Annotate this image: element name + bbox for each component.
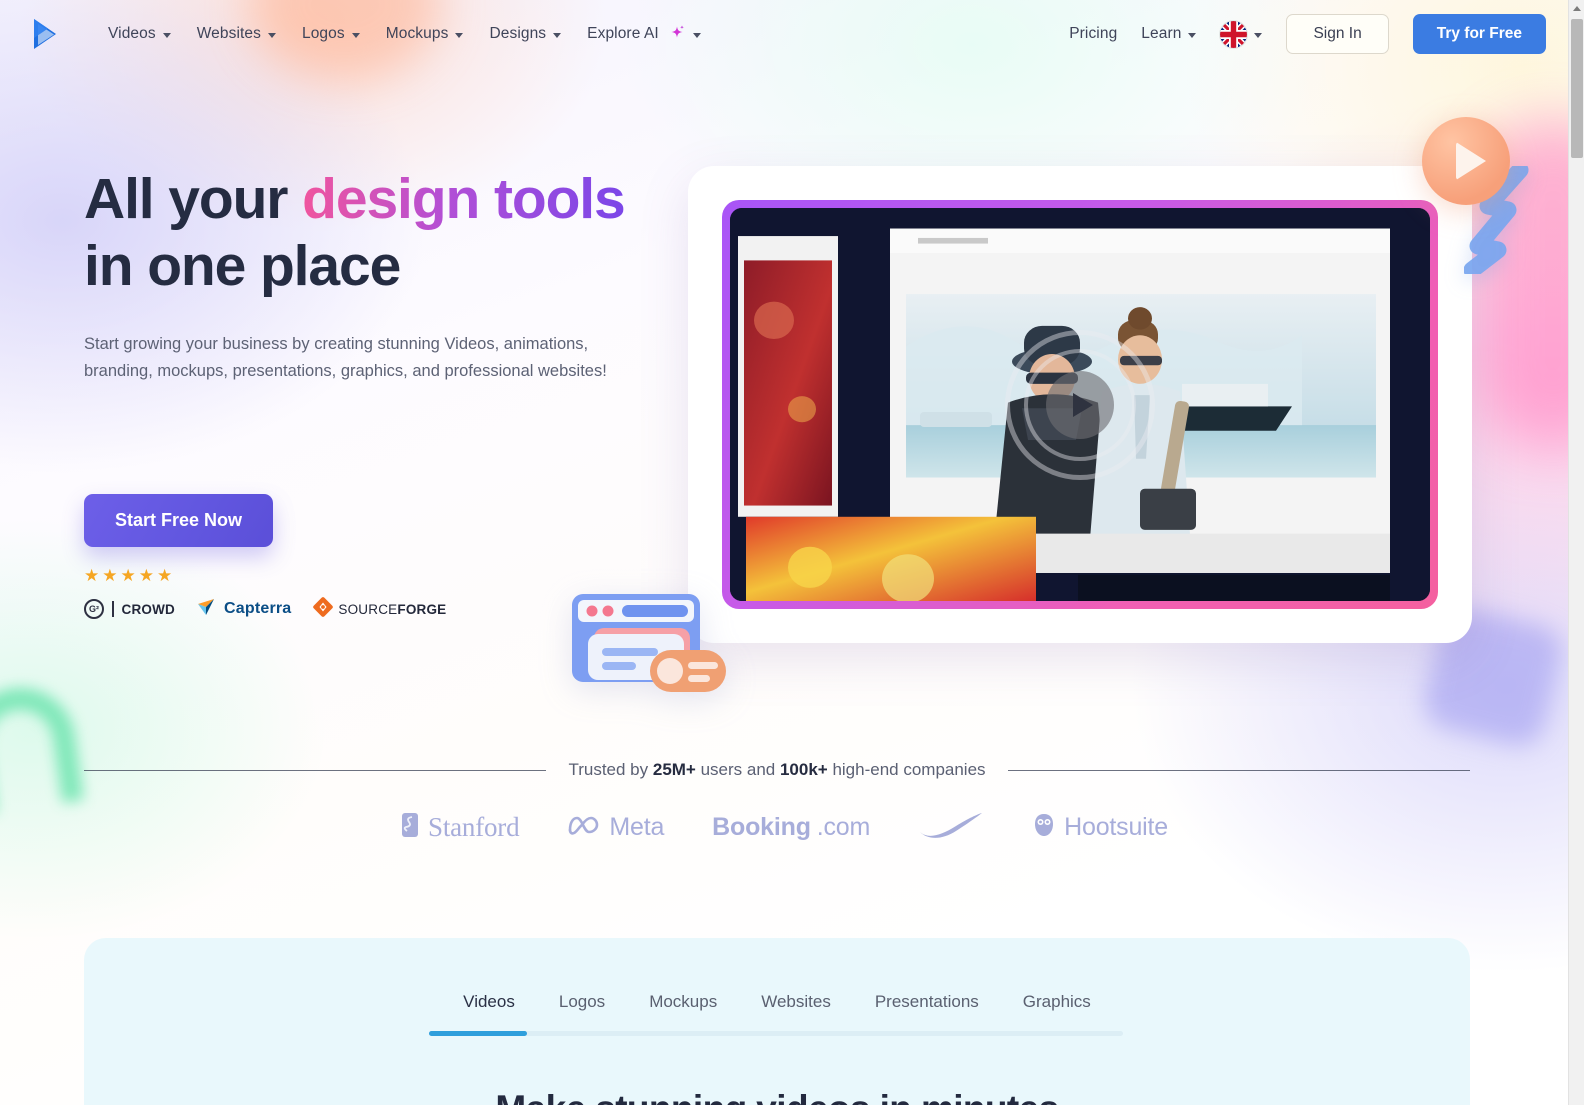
tab-graphics[interactable]: Graphics bbox=[1023, 992, 1091, 1018]
stanford-seal-icon bbox=[400, 812, 420, 843]
nav-label: Websites bbox=[196, 25, 261, 42]
play-triangle-logo[interactable] bbox=[26, 15, 64, 53]
badge-sourceforge[interactable]: SOURCEFORGE bbox=[313, 597, 446, 622]
hero-title-line2: in one place bbox=[84, 233, 401, 298]
sourceforge-icon bbox=[313, 597, 334, 622]
divider-right bbox=[1007, 769, 1470, 771]
badge-label: Capterra bbox=[224, 600, 292, 618]
star-icon: ★ bbox=[120, 565, 136, 585]
rating-stars: ★ ★ ★ ★ ★ bbox=[84, 567, 684, 584]
chevron-down-icon bbox=[553, 32, 562, 38]
page-scrollbar[interactable] bbox=[1568, 0, 1584, 1105]
nav-item-videos[interactable]: Videos bbox=[108, 25, 171, 43]
category-tabs-panel: Videos Logos Mockups Websites Presentati… bbox=[84, 938, 1470, 1105]
start-free-now-button[interactable]: Start Free Now bbox=[84, 493, 274, 547]
pricing-label: Pricing bbox=[1069, 25, 1118, 42]
brand-logo-hootsuite: Hootsuite bbox=[1032, 812, 1168, 843]
brand-label: Stanford bbox=[428, 812, 520, 842]
hero-title-line1-plain: All your bbox=[84, 167, 303, 231]
tab-presentations[interactable]: Presentations bbox=[875, 992, 979, 1018]
nav-label: Explore AI bbox=[587, 25, 659, 42]
nav-label: Videos bbox=[108, 25, 156, 42]
page-title: All your design tools in one place bbox=[84, 166, 684, 299]
companies-count: 100k+ bbox=[779, 760, 828, 779]
chevron-down-icon bbox=[1188, 32, 1197, 38]
nav-item-designs[interactable]: Designs bbox=[489, 25, 562, 43]
browser-card-illustration bbox=[566, 588, 734, 703]
active-tab-underline bbox=[429, 1031, 527, 1036]
brand-logo-booking: Booking .com bbox=[712, 813, 870, 842]
green-question-mark-shape bbox=[0, 680, 84, 816]
site-header: Videos Websites Logos Mockups Designs Ex… bbox=[0, 0, 1568, 68]
scrollbar-thumb[interactable] bbox=[1571, 19, 1583, 158]
tab-mockups[interactable]: Mockups bbox=[649, 992, 717, 1018]
nav-item-pricing[interactable]: Pricing bbox=[1069, 25, 1117, 43]
category-tab-list: Videos Logos Mockups Websites Presentati… bbox=[84, 992, 1470, 1018]
nav-item-mockups[interactable]: Mockups bbox=[386, 25, 464, 43]
divider bbox=[112, 601, 114, 618]
hootsuite-owl-icon bbox=[1032, 812, 1056, 843]
badge-label: SOURCEFORGE bbox=[338, 601, 447, 617]
nike-swoosh-icon bbox=[918, 812, 984, 843]
star-icon: ★ bbox=[138, 565, 154, 585]
trusted-by-strip: Trusted by 25M+ users and 100k+ high-end… bbox=[84, 760, 1470, 780]
tab-panel-heading: Make stunning videos in minutes bbox=[84, 1088, 1470, 1105]
brand-label: Meta bbox=[609, 813, 665, 841]
brand-logo-meta: Meta bbox=[567, 813, 664, 842]
tab-websites[interactable]: Websites bbox=[761, 992, 831, 1018]
chevron-down-icon bbox=[455, 32, 464, 38]
chevron-down-icon bbox=[267, 32, 276, 38]
brand-logos-row: Stanford Meta Booking .com Hootsuite bbox=[400, 812, 1168, 843]
capterra-icon bbox=[197, 598, 219, 621]
language-selector[interactable] bbox=[1220, 20, 1263, 48]
badge-label: CROWD bbox=[121, 601, 175, 617]
nav-item-logos[interactable]: Logos bbox=[302, 25, 360, 43]
video-gradient-frame bbox=[722, 200, 1438, 609]
tab-videos[interactable]: Videos bbox=[463, 992, 515, 1018]
brand-logo-nike bbox=[918, 812, 984, 843]
header-actions: Pricing Learn Sign In Try for Free bbox=[1069, 14, 1546, 54]
learn-label: Learn bbox=[1141, 25, 1182, 42]
hero-content: All your design tools in one place Start… bbox=[84, 166, 684, 622]
sparkle-icon bbox=[668, 24, 686, 47]
star-icon: ★ bbox=[157, 565, 173, 585]
play-button-icon[interactable] bbox=[1046, 370, 1114, 439]
page-canvas: Videos Websites Logos Mockups Designs Ex… bbox=[0, 0, 1568, 1105]
tab-underline-track bbox=[429, 1031, 1123, 1036]
star-icon: ★ bbox=[84, 565, 100, 585]
nav-item-websites[interactable]: Websites bbox=[197, 25, 276, 43]
hero-video-card bbox=[688, 166, 1472, 643]
divider-left bbox=[84, 769, 547, 771]
g2-crowd-icon: G² bbox=[84, 599, 104, 620]
tab-logos[interactable]: Logos bbox=[559, 992, 605, 1018]
users-count: 25M+ bbox=[652, 760, 696, 779]
trusted-by-text: Trusted by 25M+ users and 100k+ high-end… bbox=[568, 760, 986, 779]
hero-subtitle: Start growing your business by creating … bbox=[84, 335, 607, 381]
nav-item-explore-ai[interactable]: Explore AI bbox=[587, 23, 701, 46]
chevron-down-icon bbox=[162, 32, 171, 38]
orange-play-circle-icon bbox=[1422, 117, 1510, 205]
chevron-down-icon bbox=[1254, 32, 1263, 38]
badge-g2-crowd[interactable]: G² CROWD bbox=[84, 599, 175, 620]
star-icon: ★ bbox=[102, 565, 118, 585]
nav-label: Mockups bbox=[385, 25, 449, 42]
nav-label: Designs bbox=[489, 25, 547, 42]
nav-item-learn[interactable]: Learn bbox=[1141, 25, 1197, 43]
chevron-down-icon bbox=[351, 32, 360, 38]
main-navigation: Videos Websites Logos Mockups Designs Ex… bbox=[108, 23, 701, 46]
brand-label: Hootsuite bbox=[1064, 813, 1168, 841]
sign-in-button[interactable]: Sign In bbox=[1286, 14, 1389, 54]
hero-title-highlight: design tools bbox=[302, 167, 626, 231]
brand-logo-stanford: Stanford bbox=[400, 812, 520, 843]
badge-capterra[interactable]: Capterra bbox=[197, 598, 291, 621]
try-for-free-button[interactable]: Try for Free bbox=[1412, 14, 1546, 54]
chevron-down-icon bbox=[692, 32, 701, 38]
brand-label-suffix: .com bbox=[816, 813, 871, 841]
brand-label: Booking bbox=[712, 813, 811, 841]
video-thumbnail[interactable] bbox=[730, 208, 1430, 601]
meta-infinity-icon bbox=[567, 814, 601, 841]
uk-flag-icon bbox=[1220, 20, 1248, 48]
scroll-up-arrow-icon[interactable] bbox=[1569, 0, 1584, 17]
nav-label: Logos bbox=[301, 25, 345, 42]
